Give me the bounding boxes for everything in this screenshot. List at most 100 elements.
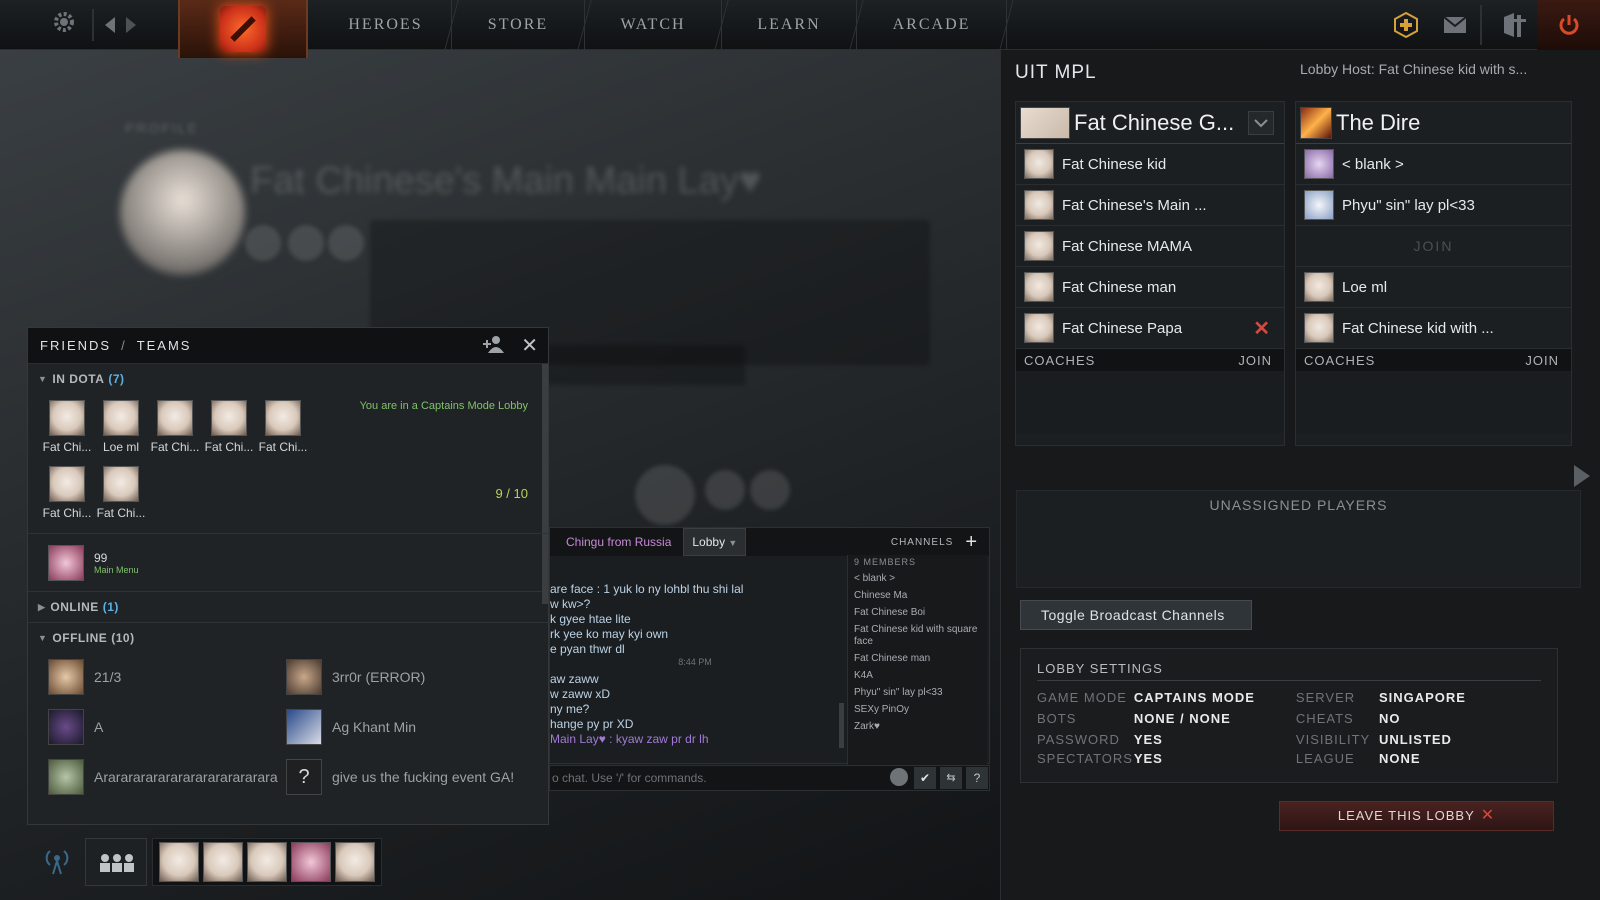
setting-key: BOTS [1037, 711, 1077, 726]
member-item[interactable]: Phyu" sin" lay pl<33 [854, 687, 983, 699]
radiant-slot-3[interactable]: Fat Chinese MAMA [1016, 226, 1284, 267]
radiant-slot-2[interactable]: Fat Chinese's Main ... [1016, 185, 1284, 226]
member-item[interactable]: Fat Chinese kid with square face [854, 624, 983, 648]
friend-item[interactable]: Ag Khant Min [286, 709, 524, 745]
online-label: ONLINE [50, 600, 99, 614]
friend-item[interactable]: Fat Chi... [148, 400, 202, 454]
avatar [103, 466, 139, 502]
friend-item[interactable]: ? give us the fucking event GA! [286, 759, 516, 795]
friend-item[interactable]: Loe ml [94, 400, 148, 454]
member-item[interactable]: K4A [854, 670, 983, 682]
member-item[interactable]: Chinese Ma [854, 590, 983, 602]
join-coach-button[interactable]: JOIN [1525, 353, 1559, 368]
add-channel-icon[interactable]: + [965, 531, 977, 554]
member-item[interactable]: SEXy PinOy [854, 704, 983, 716]
tab-watch[interactable]: WATCH [585, 0, 722, 50]
chat-tab-lobby[interactable]: Lobby ▼ [683, 528, 747, 556]
unassigned-players-label: UNASSIGNED PLAYERS [1209, 497, 1388, 513]
member-item[interactable]: Zark♥ [854, 721, 983, 733]
offline-label: OFFLINE [52, 631, 108, 645]
dota-logo-icon [220, 6, 266, 52]
radiant-slot-4[interactable]: Fat Chinese man [1016, 267, 1284, 308]
kick-player-icon[interactable]: ✕ [1253, 316, 1270, 341]
chat-message: hange py pr XD [550, 717, 634, 731]
close-icon[interactable]: ✕ [521, 333, 540, 358]
avatar [1024, 190, 1054, 220]
dire-slot-5[interactable]: Fat Chinese kid with ... [1296, 308, 1571, 349]
friend-item[interactable]: Arararararararararararararara [48, 759, 278, 795]
friend-name: 3rr0r (ERROR) [332, 669, 426, 685]
forward-arrow-icon[interactable] [124, 15, 138, 40]
chat-input[interactable]: o chat. Use '/' for commands. ✔ ⇆ ? [549, 765, 990, 791]
leave-lobby-button[interactable]: LEAVE THIS LOBBY ✕ [1279, 801, 1554, 831]
friend-item[interactable]: 3rr0r (ERROR) [286, 659, 524, 695]
members-count: 9 MEMBERS [854, 557, 917, 567]
friend-item[interactable]: 21/3 [48, 659, 286, 695]
chat-scrollbar[interactable] [839, 703, 844, 748]
friend-item[interactable]: Fat Chi... [256, 400, 310, 454]
dire-slot-join-button[interactable]: JOIN [1296, 226, 1571, 267]
member-item[interactable]: < blank > [854, 573, 983, 585]
join-coach-button[interactable]: JOIN [1238, 353, 1272, 368]
plus-currency-icon[interactable] [1393, 11, 1419, 43]
friend-name: Ag Khant Min [332, 719, 417, 735]
chat-tab[interactable]: Chingu from Russia [550, 535, 683, 549]
tab-heroes[interactable]: HEROES [320, 0, 452, 50]
in-dota-section-header[interactable]: ▼ IN DOTA (7) [28, 364, 548, 394]
gear-icon[interactable] [52, 10, 76, 40]
send-icon[interactable]: ✔ [914, 767, 936, 789]
party-member-avatar[interactable] [335, 842, 375, 882]
tab-learn[interactable]: LEARN [722, 0, 857, 50]
team-dropdown-button[interactable] [1248, 110, 1274, 135]
armory-icon[interactable] [1502, 11, 1528, 44]
friend-item[interactable]: 99 Main Menu [28, 534, 548, 592]
tab-teams[interactable]: TEAMS [137, 338, 192, 353]
dire-slot-1[interactable]: < blank > [1296, 144, 1571, 185]
party-button[interactable] [85, 838, 147, 886]
settings-row: PASSWORD YES VISIBILITY UNLISTED [1037, 729, 1541, 750]
radiant-slot-5[interactable]: Fat Chinese Papa ✕ [1016, 308, 1284, 349]
avatar [1024, 149, 1054, 179]
mail-icon[interactable] [1443, 16, 1467, 39]
party-member-avatar[interactable] [203, 842, 243, 882]
offline-section-header[interactable]: ▼ OFFLINE (10) [28, 623, 548, 653]
tab-arcade[interactable]: ARCADE [857, 0, 1007, 50]
tab-friends[interactable]: FRIENDS [40, 338, 111, 353]
player-name: Fat Chinese kid with ... [1342, 319, 1494, 337]
online-section-header[interactable]: ▶ ONLINE (1) [28, 592, 548, 622]
party-member-avatar[interactable] [291, 842, 331, 882]
member-item[interactable]: Fat Chinese man [854, 653, 983, 665]
party-members-bar [152, 838, 382, 886]
add-friend-icon[interactable] [481, 335, 507, 356]
friend-name: Fat Chi... [204, 440, 254, 454]
dire-slot-4[interactable]: Loe ml [1296, 267, 1571, 308]
power-button[interactable] [1537, 0, 1600, 50]
dire-slot-2[interactable]: Phyu" sin" lay pl<33 [1296, 185, 1571, 226]
tab-store[interactable]: STORE [452, 0, 585, 50]
dire-team-header: The Dire [1296, 102, 1571, 144]
toggle-broadcast-channels-button[interactable]: Toggle Broadcast Channels [1020, 600, 1252, 630]
dota-logo[interactable] [178, 0, 308, 58]
friend-item[interactable]: Fat Chi... [40, 466, 94, 520]
party-member-avatar[interactable] [247, 842, 287, 882]
setting-key: GAME MODE [1037, 690, 1127, 705]
setting-value: NONE [1378, 750, 1421, 766]
chat-message: w kw>? [550, 597, 591, 611]
help-icon[interactable]: ? [966, 767, 988, 789]
popout-icon[interactable]: ⇆ [940, 767, 962, 789]
chat-message: are face : 1 yuk lo ny lohbl thu shi lal [550, 582, 744, 596]
party-member-avatar[interactable] [159, 842, 199, 882]
radiant-slot-1[interactable]: Fat Chinese kid [1016, 144, 1284, 185]
friend-item[interactable]: Fat Chi... [40, 400, 94, 454]
member-item[interactable]: Fat Chinese Boi [854, 607, 983, 619]
friend-item[interactable]: Fat Chi... [202, 400, 256, 454]
emoji-icon[interactable] [890, 768, 908, 786]
friend-item[interactable]: A [48, 709, 286, 745]
avatar [1024, 231, 1054, 261]
setting-value: NONE / NONE [1133, 711, 1231, 726]
friend-item[interactable]: Fat Chi... [94, 466, 148, 520]
coaches-label: COACHES [1024, 352, 1096, 368]
back-arrow-icon[interactable] [103, 15, 117, 40]
broadcast-signal-icon[interactable] [42, 846, 72, 881]
setting-value: NO [1378, 711, 1401, 726]
